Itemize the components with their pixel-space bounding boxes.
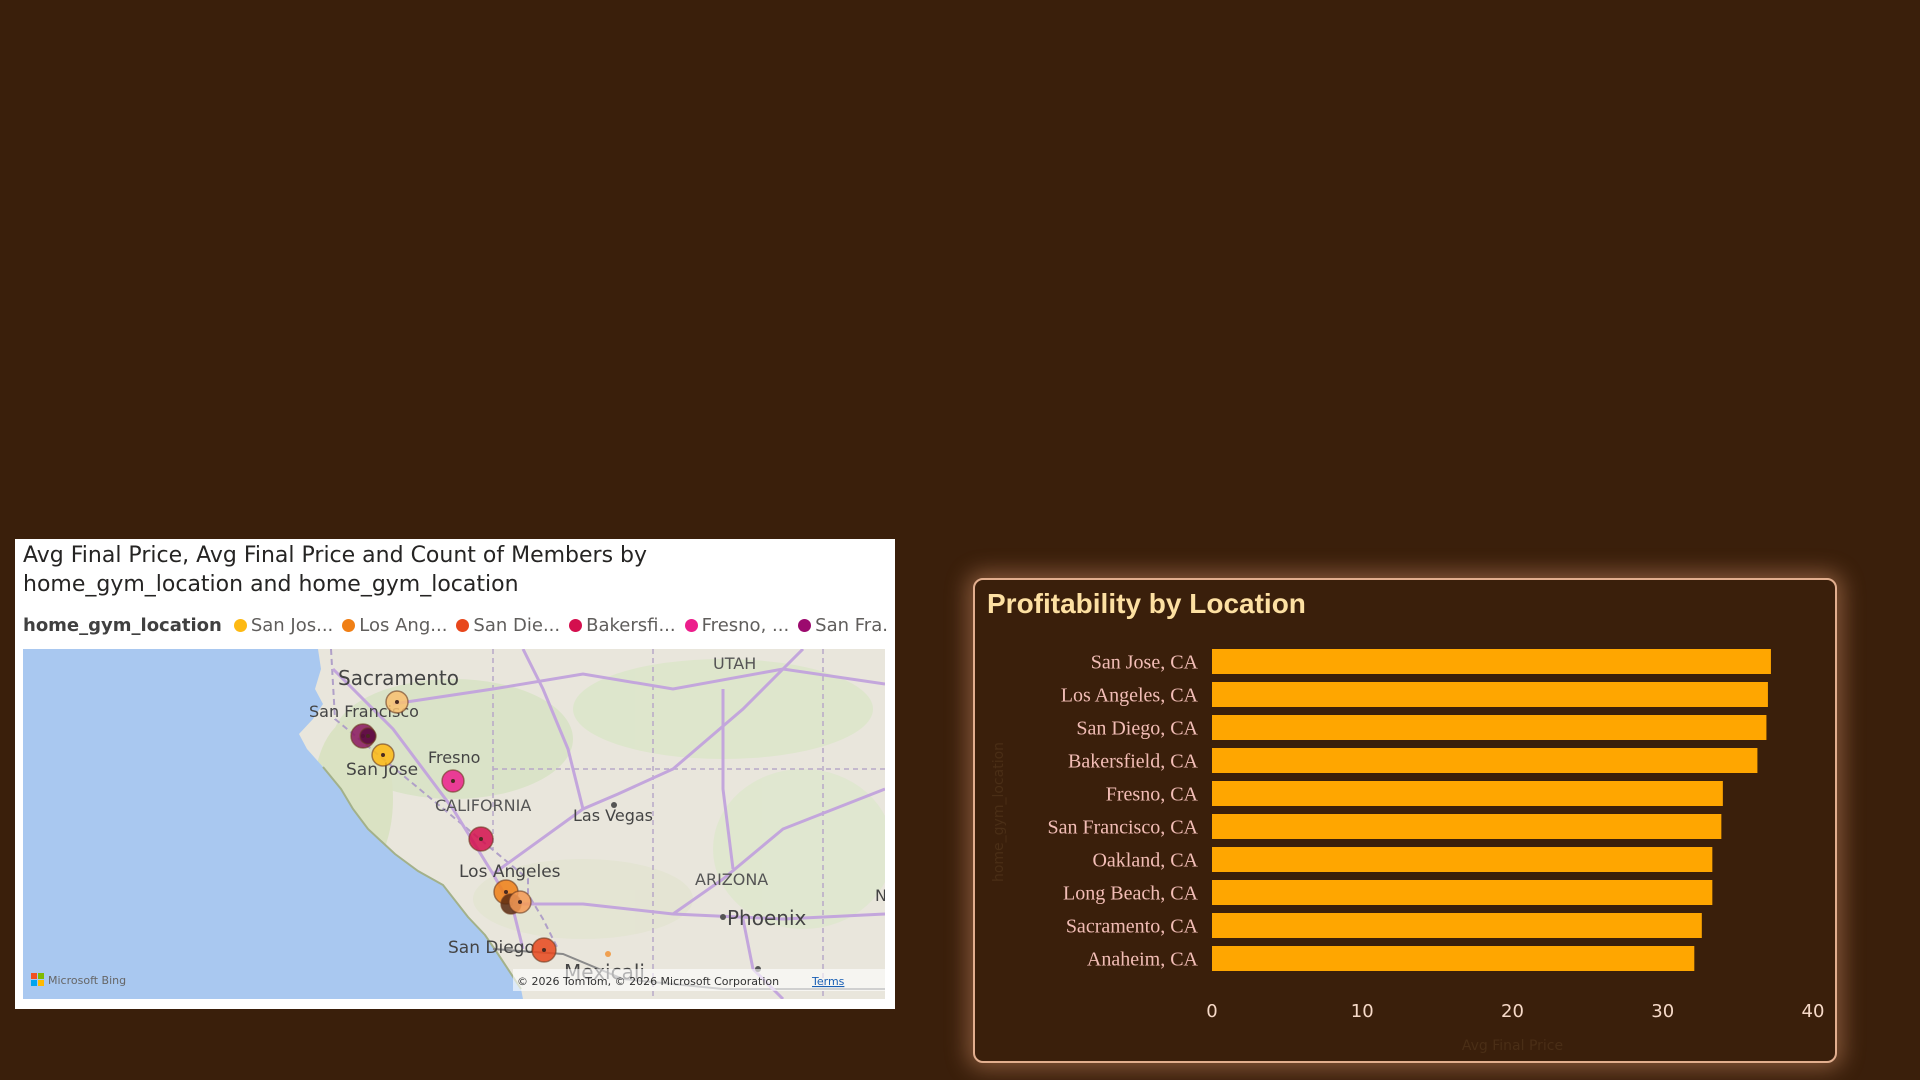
map-attribution: © 2026 TomTom, © 2026 Microsoft Corporat…	[517, 975, 779, 988]
city-dot-mexicali	[605, 951, 611, 957]
map-bubble-center	[542, 948, 546, 952]
legend-item-label: San Fra...	[815, 614, 887, 636]
legend-dot-icon	[684, 618, 698, 632]
category-label: San Jose, CA	[1091, 652, 1199, 674]
map-bubble-center	[504, 890, 508, 894]
legend-item[interactable]: San Die...	[456, 615, 560, 636]
map-bubble-center	[479, 837, 483, 841]
legend-item-label: San Die...	[473, 614, 561, 636]
map-label-fresno: Fresno	[428, 748, 480, 767]
bing-label: Microsoft Bing	[48, 974, 126, 987]
legend-dot-icon	[798, 618, 812, 632]
legend-item-label: Fresno, ...	[701, 614, 790, 636]
category-label: Fresno, CA	[1106, 784, 1199, 806]
profitability-chart[interactable]: Profitability by Location San Jose, CA Lo…	[973, 578, 1837, 1063]
legend-dot-icon	[456, 618, 470, 632]
legend-dot-icon	[569, 618, 583, 632]
legend-item[interactable]: Los Ang...	[342, 615, 447, 636]
city-dot-phoenix	[720, 914, 726, 920]
x-tick-label: 0	[1206, 1001, 1217, 1022]
map-title-line-1: Avg Final Price, Avg Final Price and Cou…	[23, 543, 648, 568]
y-axis-label: home_gym_location	[991, 742, 1007, 882]
map-label-edge-n: N	[875, 886, 885, 905]
category-label: Long Beach, CA	[1063, 883, 1199, 905]
category-label: Anaheim, CA	[1087, 949, 1199, 971]
bar[interactable]	[1212, 946, 1695, 971]
map-title-line-2: home_gym_location and home_gym_location	[23, 572, 519, 597]
map-label-phoenix: Phoenix	[727, 906, 807, 930]
legend-dot-icon	[233, 618, 247, 632]
bar[interactable]	[1212, 814, 1722, 839]
map-label-arizona: ARIZONA	[695, 870, 768, 889]
map-label-san-diego: San Diego	[448, 938, 535, 958]
bar[interactable]	[1212, 715, 1767, 740]
category-label: Los Angeles, CA	[1061, 685, 1199, 707]
bar[interactable]	[1212, 880, 1713, 905]
legend-item[interactable]: San Jos...	[233, 614, 334, 636]
map-label-sacramento: Sacramento	[338, 666, 459, 690]
x-tick-label: 40	[1802, 1001, 1825, 1022]
map-title: Avg Final Price, Avg Final Price and Cou…	[23, 539, 887, 599]
terms-link[interactable]: Terms	[811, 975, 845, 988]
bar[interactable]	[1212, 781, 1723, 806]
map-label-los-angeles: Los Angeles	[459, 862, 561, 882]
map-label-las-vegas: Las Vegas	[573, 806, 653, 825]
map-bubble-center	[451, 779, 455, 783]
category-label: San Diego, CA	[1076, 718, 1198, 740]
bar[interactable]	[1212, 748, 1758, 773]
category-label: San Francisco, CA	[1047, 817, 1198, 839]
bar[interactable]	[1212, 913, 1702, 938]
legend-item[interactable]: Fresno, ...	[684, 614, 790, 636]
x-axis-label: Avg Final Price	[1462, 1038, 1563, 1054]
map-bubble-center	[395, 700, 399, 704]
x-tick-label: 30	[1651, 1001, 1674, 1022]
x-tick-label: 20	[1501, 1001, 1524, 1022]
legend-item[interactable]: San Fra...	[798, 615, 887, 636]
category-label: Bakersfield, CA	[1068, 751, 1199, 773]
bar[interactable]	[1212, 847, 1713, 872]
x-tick-label: 10	[1351, 1001, 1374, 1022]
map-bubble-center	[518, 900, 522, 904]
map-visual[interactable]: Avg Final Price, Avg Final Price and Cou…	[15, 539, 895, 1009]
map-label-california: CALIFORNIA	[435, 796, 531, 815]
category-label: Sacramento, CA	[1066, 916, 1199, 938]
report-canvas: Avg Final Price, Avg Final Price and Cou…	[0, 0, 1920, 1080]
map-area[interactable]: Sacramento San Francisco San Jose Fresno…	[23, 649, 885, 999]
map-bubble-center	[366, 734, 370, 738]
category-label: Oakland, CA	[1092, 850, 1198, 872]
legend-item-label: Bakersfi...	[586, 614, 676, 636]
legend-title: home_gym_location	[23, 614, 222, 636]
legend-item-label: Los Ang...	[359, 614, 448, 636]
legend-item-label: San Jos...	[250, 614, 334, 636]
map-svg[interactable]: Sacramento San Francisco San Jose Fresno…	[23, 649, 885, 999]
bar[interactable]	[1212, 682, 1768, 707]
legend-item[interactable]: Bakersfi...	[569, 615, 676, 636]
bar[interactable]	[1212, 649, 1771, 674]
bar-chart-svg[interactable]: San Jose, CA Los Angeles, CA San Diego, CA…	[975, 580, 1835, 1061]
legend-dot-icon	[342, 618, 356, 632]
map-label-utah: UTAH	[713, 654, 756, 673]
map-bubble-center	[381, 753, 385, 757]
map-legend: home_gym_location San Jos... Los Ang... Sa…	[23, 613, 887, 637]
